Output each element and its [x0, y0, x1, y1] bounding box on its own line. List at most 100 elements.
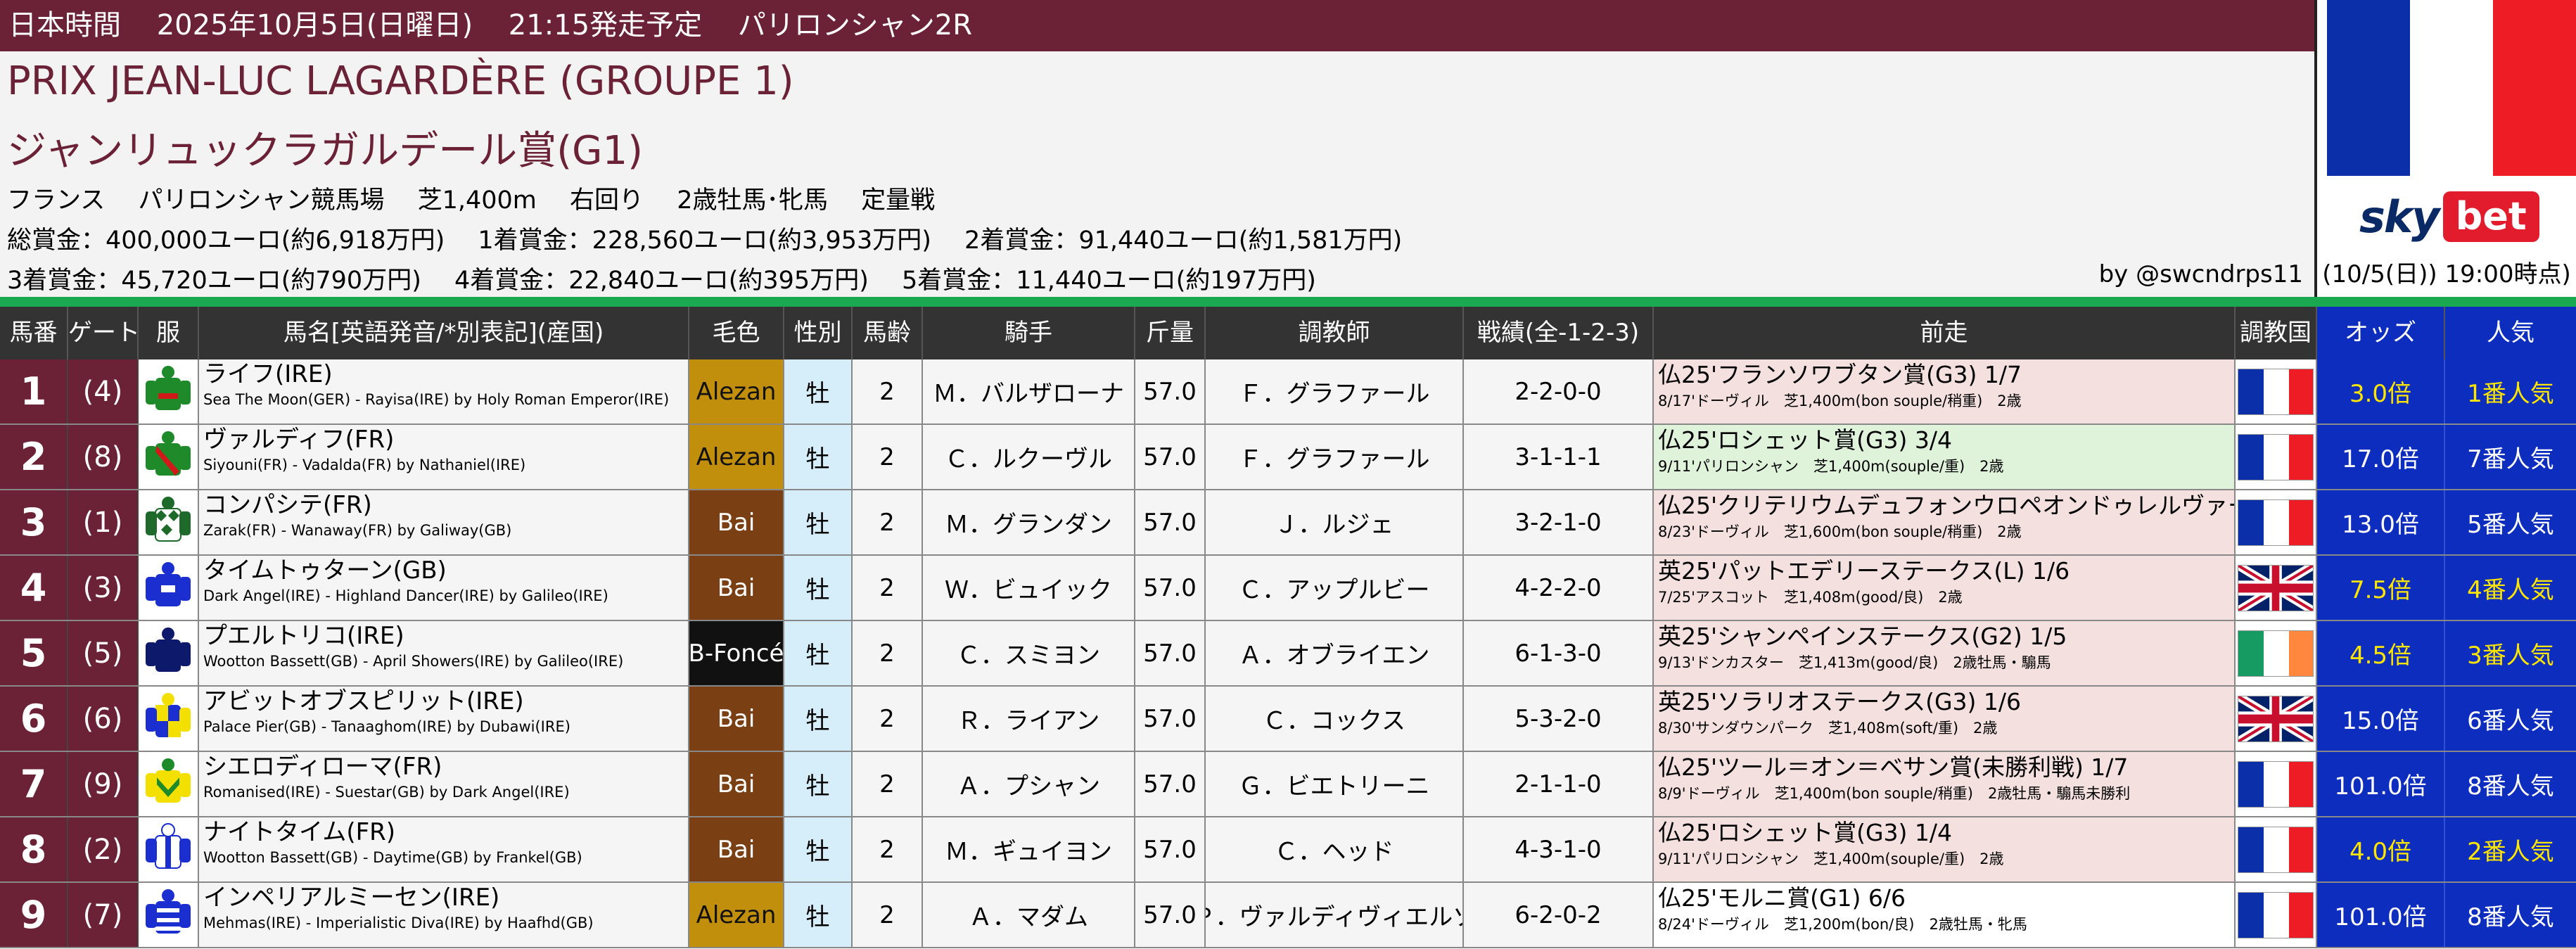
coat-cell: B-Foncé — [689, 621, 784, 685]
uk-flag-icon — [2238, 564, 2314, 611]
training-country-cell — [2236, 883, 2317, 947]
odds-cell: 17.0倍 — [2317, 425, 2445, 489]
odds-value: 4.5倍 — [2349, 642, 2412, 670]
popularity-rank: 4番人気 — [2467, 576, 2554, 604]
prize-line-2: 3着賞金：45,720ユーロ(約790万円) 4着賞金：22,840ユーロ(約3… — [7, 260, 1341, 296]
previous-race-detail: 8/23'ドーヴィル 芝1,600m(bon souple/稍重) 2歳 — [1658, 523, 2022, 540]
coat-cell: Alezan — [689, 425, 784, 489]
age-cell: 2 — [853, 490, 923, 554]
sex-cell: 牡 — [784, 621, 853, 685]
silk-cell — [139, 883, 199, 947]
col-header-sex: 性別 — [784, 307, 853, 359]
gate-number: (5) — [82, 637, 123, 670]
previous-race: 英25'パットエデリーステークス(L) 1/6 — [1658, 557, 2070, 585]
popularity-rank: 7番人気 — [2467, 445, 2554, 473]
horse-sex: 牡 — [805, 707, 830, 735]
previous-race-cell: 英25'ソラリオステークス(G3) 1/6 8/30'サンダウンパーク 芝1,40… — [1654, 687, 2236, 751]
race-record: 2-1-1-0 — [1515, 770, 1602, 798]
race-date: 2025年10月5日(日曜日) — [156, 9, 473, 42]
record-cell: 4-2-2-0 — [1464, 556, 1654, 620]
table-row: 9 (7) インペリアルミーセン(IRE) Mehmas(IRE) - Imperia… — [0, 883, 2576, 948]
race-info-box: PRIX JEAN-LUC LAGARDÈRE (GROUPE 1) ジャンリュ… — [0, 51, 2314, 297]
horse-pedigree: Sea The Moon(GER) - Rayisa(IRE) by Holy … — [203, 391, 670, 408]
record-cell: 2-2-0-0 — [1464, 359, 1654, 423]
col-header-pop: 人気 — [2445, 307, 2576, 359]
gate-cell: (4) — [68, 359, 139, 423]
table-row: 1 (4) ライフ(IRE) Sea The Moon(GER) - Rayisa(I… — [0, 359, 2576, 425]
carried-weight: 57.0 — [1143, 900, 1197, 929]
jockey-name: Ａ．マダム — [969, 903, 1088, 931]
col-header-gate: ゲート — [68, 307, 139, 359]
horse-sex: 牡 — [805, 576, 830, 604]
sex-cell: 牡 — [784, 425, 853, 489]
coat-color: Bai — [717, 573, 755, 602]
condition-direction: 右回り — [570, 186, 644, 215]
horse-sex: 牡 — [805, 838, 830, 866]
sex-cell: 牡 — [784, 687, 853, 751]
horse-name: プエルトリコ(IRE) — [203, 622, 404, 650]
carried-weight: 57.0 — [1143, 704, 1197, 733]
condition-class: 2歳牡馬･牝馬 — [677, 186, 828, 215]
gate-number: (4) — [82, 375, 123, 408]
horse-name: コンパシテ(FR) — [203, 491, 372, 519]
weight-cell: 57.0 — [1135, 817, 1206, 881]
training-country-cell — [2236, 817, 2317, 881]
coat-cell: Bai — [689, 490, 784, 554]
prize-5th: 5着賞金：11,440ユーロ(約197万円) — [902, 267, 1316, 295]
coat-color: B-Foncé — [689, 639, 784, 668]
record-cell: 5-3-2-0 — [1464, 687, 1654, 751]
carried-weight: 57.0 — [1143, 639, 1197, 668]
age-cell: 2 — [853, 883, 923, 947]
horse-pedigree: Mehmas(IRE) - Imperialistic Diva(IRE) by… — [203, 915, 594, 931]
odds-value: 7.5倍 — [2349, 576, 2412, 604]
popularity-rank: 6番人気 — [2467, 707, 2554, 735]
horse-name-cell: ライフ(IRE) Sea The Moon(GER) - Rayisa(IRE) … — [199, 359, 689, 423]
horse-name-cell: インペリアルミーセン(IRE) Mehmas(IRE) - Imperialist… — [199, 883, 689, 947]
gate-cell: (8) — [68, 425, 139, 489]
france-flag-icon — [2327, 0, 2576, 176]
col-header-prev: 前走 — [1654, 307, 2236, 359]
popularity-rank: 8番人気 — [2467, 772, 2554, 801]
horse-age: 2 — [879, 508, 895, 537]
trainer-name: Ｃ．コックス — [1263, 707, 1405, 735]
jockey-name: Ｃ．スミヨン — [957, 642, 1100, 670]
previous-race-cell: 仏25'ロシェット賞(G3) 3/4 9/11'パリロンシャン 芝1,400m(s… — [1654, 425, 2236, 489]
age-cell: 2 — [853, 752, 923, 816]
coat-color: Bai — [717, 835, 755, 864]
popularity-rank: 5番人気 — [2467, 511, 2554, 539]
odds-cell: 13.0倍 — [2317, 490, 2445, 554]
previous-race: 英25'ソラリオステークス(G3) 1/6 — [1658, 688, 2021, 715]
jockey-silk-icon — [146, 431, 191, 476]
race-title-en: PRIX JEAN-LUC LAGARDÈRE (GROUPE 1) — [7, 58, 794, 104]
trainer-cell: Ｆ．グラファール — [1206, 425, 1464, 489]
popularity-rank: 1番人気 — [2467, 380, 2554, 408]
horse-age: 2 — [879, 377, 895, 406]
jockey-silk-icon — [146, 496, 191, 542]
record-cell: 4-3-1-0 — [1464, 817, 1654, 881]
jockey-cell: Ｒ．ライアン — [923, 687, 1135, 751]
horse-pedigree: Romanised(IRE) - Suestar(GB) by Dark Ang… — [203, 784, 570, 801]
col-header-name: 馬名[英語発音/*別表記](産国) — [199, 307, 689, 359]
table-row: 8 (2) ナイトタイム(FR) Wootton Bassett(GB) - Dayt… — [0, 817, 2576, 883]
odds-timestamp: (10/5(日)) 19:00時点) — [2322, 260, 2571, 288]
horse-number-cell: 7 — [0, 752, 68, 816]
gate-number: (9) — [82, 768, 123, 801]
jockey-name: Ｍ．ギュイヨン — [945, 838, 1112, 866]
horse-name: ヴァルディフ(FR) — [203, 426, 395, 454]
divider-line — [0, 297, 2576, 307]
silk-cell — [139, 687, 199, 751]
horse-pedigree: Palace Pier(GB) - Tanaaghom(IRE) by Duba… — [203, 718, 570, 735]
gate-cell: (9) — [68, 752, 139, 816]
horse-number: 6 — [20, 696, 47, 741]
table-row: 7 (9) シエロディローマ(FR) Romanised(IRE) - Suestar… — [0, 752, 2576, 817]
horse-name-cell: シエロディローマ(FR) Romanised(IRE) - Suestar(GB)… — [199, 752, 689, 816]
training-country-cell — [2236, 359, 2317, 423]
uk-flag-icon — [2238, 695, 2314, 742]
horse-number: 8 — [20, 827, 47, 872]
sex-cell: 牡 — [784, 359, 853, 423]
france-flag-icon — [2238, 368, 2314, 415]
training-country-cell — [2236, 490, 2317, 554]
previous-race-detail: 9/11'パリロンシャン 芝1,400m(souple/重) 2歳 — [1658, 458, 2004, 475]
table-row: 5 (5) プエルトリコ(IRE) Wootton Bassett(GB) - Apr… — [0, 621, 2576, 687]
horse-pedigree: Zarak(FR) - Wanaway(FR) by Galiway(GB) — [203, 522, 512, 539]
